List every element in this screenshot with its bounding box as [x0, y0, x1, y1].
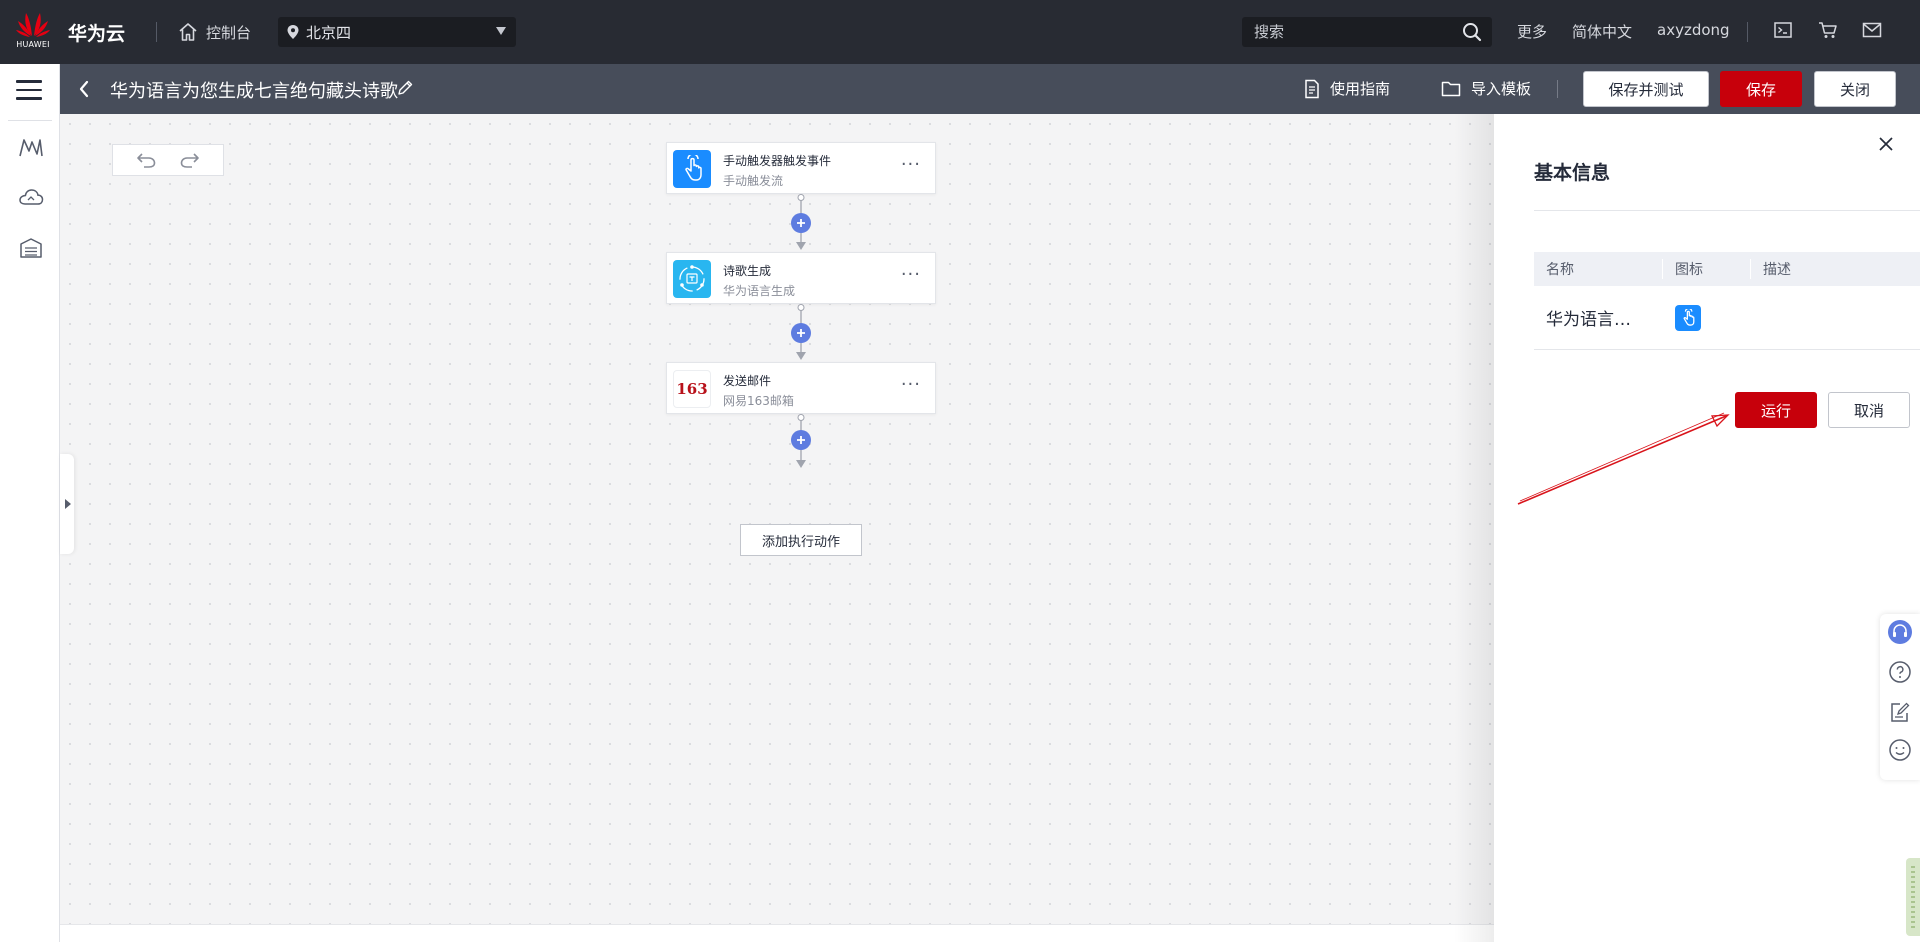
header-name: 名称	[1546, 262, 1574, 278]
flow-node-send-email[interactable]: 163 发送邮件 网易163邮箱 ···	[666, 362, 936, 414]
annotation-arrow	[1517, 412, 1730, 505]
terminal-icon[interactable]	[1774, 21, 1792, 39]
console-label: 控制台	[206, 23, 252, 42]
cell-icon	[1662, 304, 1750, 331]
save-button[interactable]: 保存	[1720, 71, 1802, 107]
flow-node-trigger[interactable]: 手动触发器触发事件 手动触发流 ···	[666, 142, 936, 194]
cloud-icon[interactable]	[18, 186, 44, 210]
huawei-petal-icon	[16, 13, 50, 37]
divider	[156, 22, 157, 42]
basic-info-table: 名称 图标 描述 华为语言…	[1534, 252, 1920, 350]
header-description: 描述	[1750, 259, 1920, 279]
workflow-m-icon[interactable]	[18, 136, 44, 160]
flow-node-poem-generation[interactable]: 诗歌生成 华为语言生成 ···	[666, 252, 936, 304]
flow-canvas[interactable]: 手动触发器触发事件 手动触发流 ··· 诗歌生成 华为语言生成 ··· 163 …	[60, 114, 1494, 924]
search-box[interactable]	[1242, 17, 1492, 47]
node-subtitle: 手动触发流	[723, 174, 784, 188]
smiley-icon[interactable]	[1888, 738, 1912, 762]
floating-service-tools	[1880, 614, 1920, 780]
node-title: 诗歌生成	[723, 264, 772, 278]
edit-pencil-icon[interactable]	[396, 79, 414, 97]
document-icon	[1305, 79, 1319, 98]
divider	[1557, 80, 1558, 98]
more-options-icon[interactable]: ···	[901, 155, 921, 175]
import-template-label: 导入模板	[1471, 80, 1532, 98]
panel-shadow	[1454, 114, 1494, 942]
canvas-footer	[60, 924, 1494, 942]
save-and-test-button[interactable]: 保存并测试	[1583, 71, 1709, 107]
import-template-link[interactable]: 导入模板	[1441, 78, 1531, 99]
language-switch[interactable]: 简体中文	[1572, 21, 1632, 42]
home-icon	[179, 23, 197, 41]
more-link[interactable]: 更多	[1517, 21, 1547, 42]
top-header: HUAWEI 华为云 控制台 北京四 更多 简体中文 axyzdong	[0, 0, 1920, 64]
add-step-button[interactable]	[791, 213, 811, 233]
redo-icon[interactable]	[179, 151, 201, 169]
node-subtitle: 网易163邮箱	[723, 394, 794, 408]
expand-panel-tab[interactable]	[60, 454, 74, 554]
undo-icon[interactable]	[135, 151, 157, 169]
divider	[1747, 22, 1748, 42]
location-pin-icon	[287, 25, 299, 39]
usage-guide-label: 使用指南	[1330, 80, 1391, 98]
region-value: 北京四	[306, 23, 352, 42]
cart-icon[interactable]	[1818, 21, 1838, 39]
more-options-icon[interactable]: ···	[901, 265, 921, 285]
divider	[1534, 210, 1920, 211]
add-step-button[interactable]	[791, 323, 811, 343]
search-input[interactable]	[1254, 23, 1454, 41]
divider	[8, 120, 52, 121]
node-subtitle: 华为语言生成	[723, 284, 796, 298]
ai-generate-icon	[673, 260, 711, 298]
node-title: 发送邮件	[723, 374, 772, 388]
cell-name: 华为语言…	[1546, 310, 1631, 330]
mail-icon[interactable]	[1862, 21, 1882, 39]
logo-wordmark: HUAWEI	[16, 40, 50, 49]
feedback-edit-icon[interactable]	[1888, 700, 1912, 724]
customer-service-icon[interactable]	[1888, 620, 1912, 644]
plus-icon	[797, 219, 805, 227]
archive-icon[interactable]	[18, 236, 44, 260]
usage-guide-link[interactable]: 使用指南	[1304, 78, 1390, 99]
basic-info-panel: 基本信息 名称 图标 描述 华为语言… 运行 取消	[1494, 114, 1920, 942]
add-action-button[interactable]: 添加执行动作	[740, 524, 862, 556]
huawei-logo[interactable]: HUAWEI	[12, 10, 54, 54]
chevron-down-icon	[496, 27, 506, 35]
region-select[interactable]: 北京四	[278, 17, 516, 47]
mail-163-icon: 163	[673, 370, 711, 408]
table-row: 华为语言…	[1534, 286, 1920, 350]
plus-icon	[797, 329, 805, 337]
caret-right-icon	[65, 499, 71, 509]
flow-title: 华为语言为您生成七言绝句藏头诗歌	[110, 81, 398, 102]
user-account[interactable]: axyzdong	[1657, 21, 1730, 39]
header-icon: 图标	[1662, 259, 1750, 279]
mail-163-label: 163	[676, 380, 708, 398]
table-header: 名称 图标 描述	[1534, 252, 1920, 286]
folder-icon	[1441, 81, 1461, 96]
back-chevron-icon[interactable]	[78, 80, 90, 98]
side-drag-handle[interactable]	[1906, 858, 1920, 936]
cancel-button[interactable]: 取消	[1828, 392, 1910, 428]
brand-name[interactable]: 华为云	[68, 19, 125, 46]
close-button[interactable]: 关闭	[1814, 71, 1896, 107]
flow-editor-toolbar: 华为语言为您生成七言绝句藏头诗歌 使用指南 导入模板 保存并测试 保存 关闭	[60, 64, 1920, 114]
node-title: 手动触发器触发事件	[723, 154, 832, 168]
hand-tap-icon	[1675, 304, 1701, 331]
more-options-icon[interactable]: ···	[901, 375, 921, 395]
hamburger-menu-icon[interactable]	[16, 80, 42, 100]
left-sidebar	[0, 64, 60, 942]
hand-tap-icon	[673, 150, 711, 188]
panel-title: 基本信息	[1534, 162, 1611, 184]
console-link[interactable]: 控制台	[178, 18, 251, 46]
add-step-button[interactable]	[791, 430, 811, 450]
run-button[interactable]: 运行	[1735, 392, 1817, 428]
search-icon[interactable]	[1462, 22, 1482, 42]
help-icon[interactable]	[1888, 660, 1912, 684]
undo-redo-toolbar	[112, 144, 224, 176]
plus-icon	[797, 436, 805, 444]
close-icon[interactable]	[1878, 136, 1894, 152]
